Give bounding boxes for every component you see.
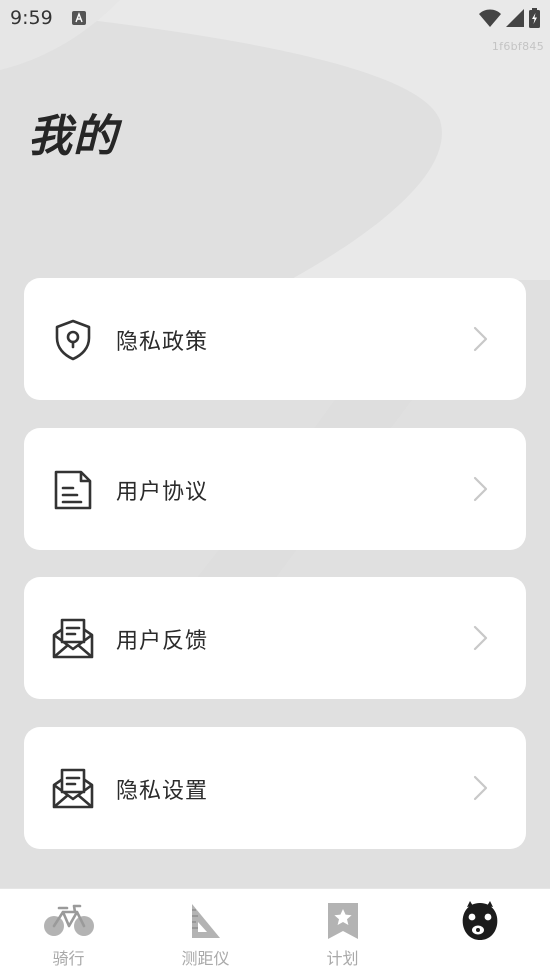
menu-item-user-agreement[interactable]: 用户协议 — [24, 428, 526, 550]
tab-riding[interactable]: 骑行 — [0, 889, 137, 977]
tab-label: 计划 — [326, 949, 359, 968]
status-bar: 9:59 — [0, 0, 550, 36]
tab-label: 骑行 — [52, 949, 85, 968]
bicycle-icon — [43, 904, 94, 936]
bottom-tab-bar: 骑行 测距仪 计划 — [0, 888, 550, 977]
wifi-icon — [479, 9, 501, 27]
build-id: 1f6bf845 — [491, 40, 544, 53]
shield-lock-icon — [55, 319, 91, 361]
menu-item-user-feedback[interactable]: 用户反馈 — [24, 577, 526, 699]
signal-icon — [506, 9, 524, 27]
page-title: 我的 — [28, 111, 118, 162]
chevron-right-icon — [473, 625, 488, 651]
menu-item-label: 隐私政策 — [116, 330, 209, 355]
tab-label: 测距仪 — [181, 949, 230, 968]
chevron-right-icon — [473, 326, 488, 352]
tab-plan[interactable]: 计划 — [274, 889, 411, 977]
document-icon — [54, 470, 92, 510]
status-time: 9:59 — [10, 7, 53, 29]
chevron-right-icon — [473, 476, 488, 502]
set-square-icon — [191, 904, 220, 938]
menu-item-privacy-settings[interactable]: 隐私设置 — [24, 727, 526, 849]
battery-charging-icon — [529, 8, 540, 28]
menu-item-privacy-policy[interactable]: 隐私政策 — [24, 278, 526, 400]
envelope-letter-icon — [52, 618, 94, 659]
mascot-face-icon — [462, 901, 497, 940]
notification-a-icon — [72, 11, 86, 25]
chevron-right-icon — [473, 775, 488, 801]
menu-item-label: 用户协议 — [116, 480, 209, 505]
menu-item-label: 用户反馈 — [116, 629, 209, 654]
status-icons — [479, 8, 540, 28]
bookmark-star-icon — [327, 903, 358, 939]
envelope-letter-icon — [52, 768, 94, 809]
menu-item-label: 隐私设置 — [116, 779, 209, 804]
tab-rangefinder[interactable]: 测距仪 — [137, 889, 274, 977]
tab-mine[interactable] — [411, 889, 548, 977]
